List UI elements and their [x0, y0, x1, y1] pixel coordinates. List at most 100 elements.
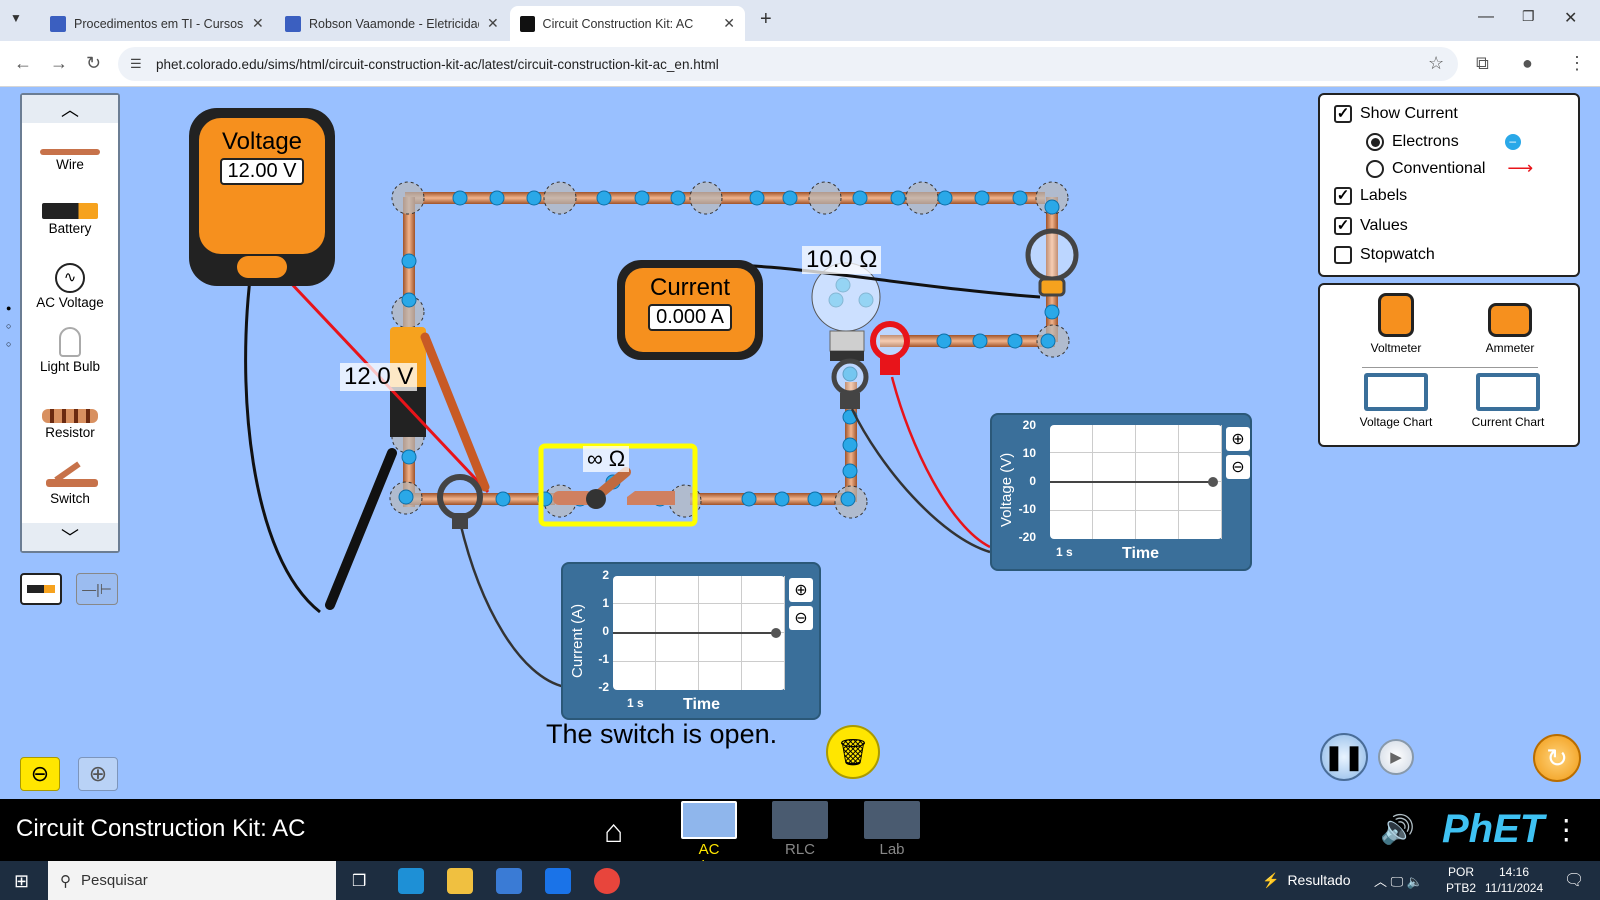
weather-widget[interactable]: ⚡ Resultado [1262, 872, 1350, 889]
voltmeter-black-probe[interactable] [325, 448, 397, 610]
close-tab-icon[interactable]: ✕ [487, 15, 499, 32]
extensions-icon[interactable]: ⧉ [1476, 53, 1489, 74]
labels-checkbox[interactable]: ✓ Labels [1334, 187, 1407, 205]
browser-menu-icon[interactable]: ⋮ [1568, 53, 1586, 74]
browser-tab-cck[interactable]: Circuit Construction Kit: AC ✕ [510, 6, 745, 41]
system-tray-icons[interactable]: ︿ 🖵 🔈 [1374, 871, 1423, 890]
voltage-chart-red-probe[interactable] [870, 321, 910, 375]
schematic-view-button[interactable]: —|⊢ [76, 573, 118, 605]
voltage-chart-plot [1050, 425, 1222, 539]
toolbox-scroll-down-button[interactable]: ﹀ [22, 523, 118, 551]
screen-button-lab[interactable]: Lab [857, 801, 927, 858]
taskbar-search-field[interactable]: ⚲ Pesquisar [48, 861, 336, 900]
close-tab-icon[interactable]: ✕ [252, 15, 264, 32]
wire-bottom-right[interactable] [690, 493, 850, 505]
url-field[interactable]: ☰ phet.colorado.edu/sims/html/circuit-co… [118, 47, 1458, 81]
voltmeter-reading: 12.00 V [219, 158, 305, 185]
ammeter-reading: 0.000 A [648, 304, 732, 331]
ac-voltage-icon: ∿ [55, 263, 85, 293]
windows-start-button[interactable]: ⊞ [14, 871, 29, 892]
close-window-icon[interactable]: ✕ [1564, 8, 1577, 28]
file-explorer-icon[interactable] [447, 868, 473, 894]
electrons-radio[interactable]: Electrons – [1366, 133, 1521, 151]
sensor-ammeter[interactable]: Ammeter [1464, 293, 1556, 355]
restore-window-icon[interactable]: ❐ [1522, 8, 1535, 25]
delete-button[interactable]: 🗑 [826, 725, 880, 779]
clock[interactable]: 14:16 11/11/2024 [1484, 864, 1544, 896]
battery-value-label: 12.0 V [340, 363, 418, 391]
sim-title: Circuit Construction Kit: AC [16, 815, 306, 842]
profile-icon[interactable]: ● [1522, 53, 1533, 74]
toolbox-scroll-up-button[interactable]: ︿ [22, 95, 118, 123]
phet-menu-button[interactable]: PhET ⋮ [1442, 807, 1580, 852]
tab-list-chevron-icon[interactable]: ▼ [10, 11, 30, 31]
toolbox-page-indicator[interactable]: ● ○ ○ [6, 299, 11, 353]
site-favicon-icon [50, 15, 66, 32]
voltmeter-icon [1378, 293, 1414, 337]
ammeter[interactable]: Current 0.000 A [617, 260, 763, 360]
toolbox-item-resistor[interactable]: Resistor [22, 409, 118, 440]
sensor-voltage-chart[interactable]: Voltage Chart [1344, 373, 1448, 429]
voltage-chart-zoom-out-button[interactable]: ⊖ [1226, 455, 1250, 479]
current-chart-zoom-out-button[interactable]: ⊖ [789, 606, 813, 630]
language-indicator[interactable]: POR PTB2 [1446, 864, 1476, 896]
current-chart-zoom-in-button[interactable]: ⊕ [789, 578, 813, 602]
browser-tab-robson[interactable]: Robson Vaamonde - Eletricidad ✕ [275, 6, 509, 41]
home-button[interactable]: ⌂ [604, 813, 623, 850]
voltmeter[interactable]: Voltage 12.00 V [189, 108, 335, 286]
toolbox-item-wire[interactable]: Wire [22, 149, 118, 172]
task-view-icon[interactable]: ❒ [352, 871, 366, 891]
toolbox-item-battery[interactable]: Battery [22, 203, 118, 236]
speaker-icon: 🔊 [1380, 814, 1415, 845]
screen-button-rlc[interactable]: RLC [765, 801, 835, 858]
notifications-icon[interactable]: 🗨 [1564, 870, 1584, 890]
current-chart-ylabel: Current (A) [569, 603, 586, 678]
mail-icon[interactable] [545, 868, 571, 894]
resistor-icon [42, 409, 98, 423]
toolbox-item-ac-voltage[interactable]: ∿ AC Voltage [22, 263, 118, 310]
toolbox-item-switch[interactable]: Switch [22, 461, 118, 506]
component-toolbox: ︿ Wire Battery ∿ AC Voltage Light Bulb R… [20, 93, 120, 553]
light-bulb-icon [59, 327, 81, 357]
sensor-current-chart[interactable]: Current Chart [1456, 373, 1560, 429]
site-info-icon[interactable]: ☰ [130, 56, 142, 72]
zoom-out-button[interactable]: ⊖ [20, 757, 60, 791]
step-forward-button[interactable]: ▶ [1378, 739, 1414, 775]
voltage-chart[interactable]: Voltage (V) 20 10 0 -10 -20 ⊕ ⊖ 1 s Time [990, 413, 1252, 571]
minimize-window-icon[interactable]: — [1478, 8, 1494, 26]
bookmark-star-icon[interactable]: ☆ [1428, 53, 1444, 74]
rlc-screen-icon [772, 801, 828, 839]
show-current-checkbox[interactable]: ✓ Show Current [1334, 105, 1458, 123]
sound-toggle-button[interactable]: 🔊 [1380, 813, 1415, 846]
current-chart[interactable]: Current (A) 2 1 0 -1 -2 ⊕ ⊖ 1 s Time [561, 562, 821, 720]
phet-logo: PhET [1442, 807, 1545, 851]
home-icon: ⌂ [604, 813, 624, 849]
forward-arrow-icon[interactable]: → [50, 53, 68, 74]
back-arrow-icon[interactable]: ← [14, 53, 32, 74]
voltage-chart-black-probe[interactable] [831, 358, 869, 409]
sensor-voltmeter[interactable]: Voltmeter [1350, 293, 1442, 355]
simulation-area: ︿ Wire Battery ∿ AC Voltage Light Bulb R… [0, 87, 1600, 799]
wire-icon [40, 149, 100, 155]
edge-icon[interactable] [398, 868, 424, 894]
voltage-chart-zoom-in-button[interactable]: ⊕ [1226, 427, 1250, 451]
chevron-up-icon: ︿ [61, 100, 79, 120]
toolbox-item-light-bulb[interactable]: Light Bulb [22, 327, 118, 374]
new-tab-icon[interactable]: + [760, 8, 772, 31]
reload-icon[interactable]: ↻ [86, 53, 101, 74]
chrome-icon[interactable] [594, 868, 620, 894]
microsoft-store-icon[interactable] [496, 868, 522, 894]
stopwatch-checkbox[interactable]: Stopwatch [1334, 246, 1435, 264]
play-pause-button[interactable]: ❚❚ [1320, 733, 1368, 781]
conventional-radio[interactable]: Conventional ⟶ [1366, 158, 1533, 179]
browser-tab-cursos[interactable]: Procedimentos em TI - Cursos T ✕ [40, 6, 274, 41]
voltmeter-red-probe[interactable] [420, 332, 490, 492]
zoom-in-icon: ⊕ [88, 761, 108, 786]
lifelike-view-button[interactable] [20, 573, 62, 605]
current-chart-endpoint [771, 628, 781, 638]
close-tab-icon[interactable]: ✕ [723, 15, 735, 32]
values-checkbox[interactable]: ✓ Values [1334, 217, 1408, 235]
current-chart-sensor-2[interactable] [1025, 228, 1079, 297]
reset-all-button[interactable]: ↻ [1533, 734, 1581, 782]
zoom-in-button[interactable]: ⊕ [78, 757, 118, 791]
